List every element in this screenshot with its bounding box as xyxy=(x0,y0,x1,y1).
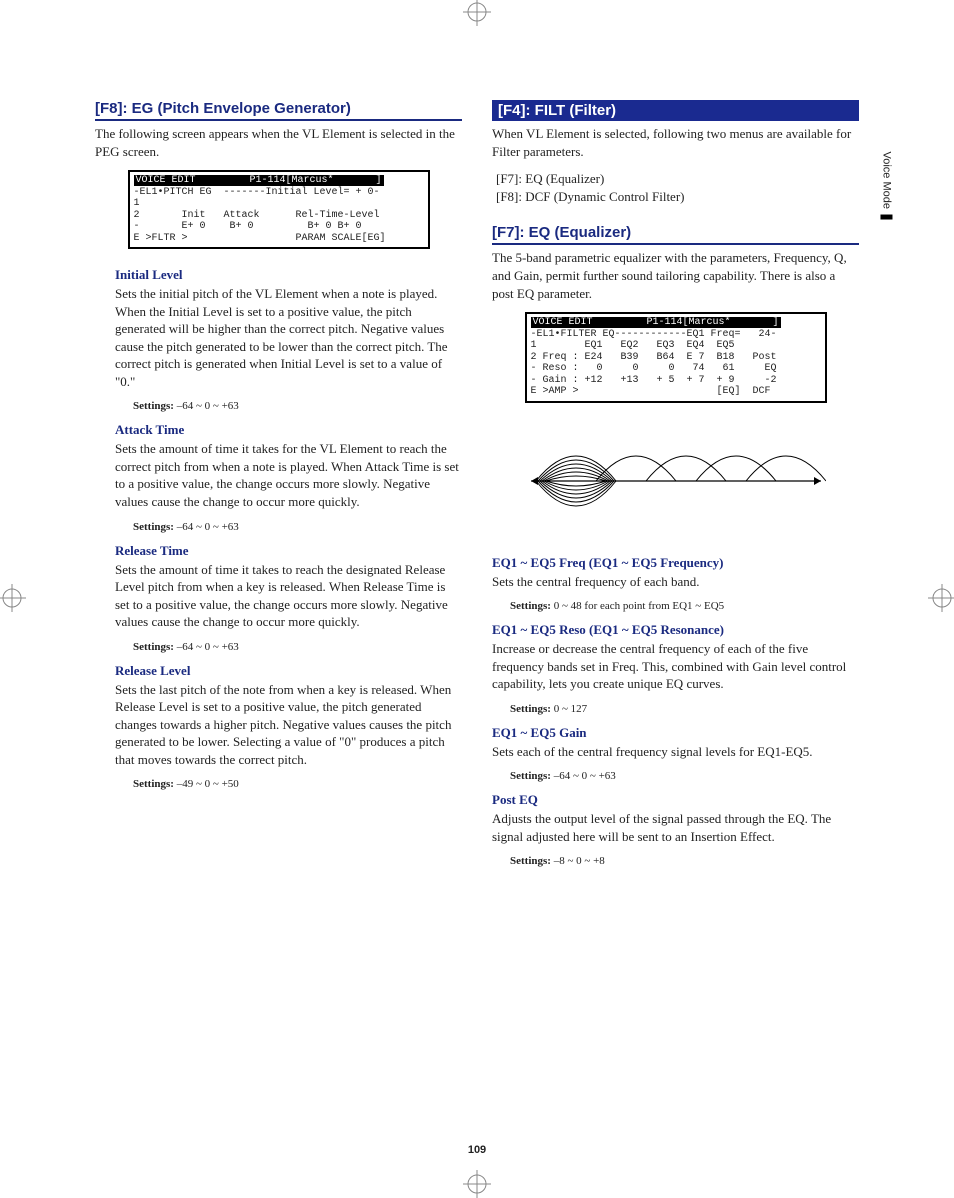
left-column: [F8]: EG (Pitch Envelope Generator) The … xyxy=(95,100,462,875)
param-settings: Settings: –64 ~ 0 ~ +63 xyxy=(133,641,462,653)
param-body: Sets the amount of time it takes for the… xyxy=(115,440,462,510)
lcd-header: VOICE EDIT P1-114[Marcus* ] xyxy=(134,175,384,186)
f7-intro-text: The 5-band parametric equalizer with the… xyxy=(492,249,859,302)
filter-item-eq: [F7]: EQ (Equalizer) xyxy=(496,170,859,188)
f8-intro-text: The following screen appears when the VL… xyxy=(95,125,462,160)
page-number: 109 xyxy=(468,1144,486,1156)
right-column: [F4]: FILT (Filter) When VL Element is s… xyxy=(492,100,859,875)
param-body: Sets the central frequency of each band. xyxy=(492,573,859,591)
param-settings: Settings: 0 ~ 48 for each point from EQ1… xyxy=(510,600,859,612)
param-settings: Settings: 0 ~ 127 xyxy=(510,703,859,715)
param-body: Adjusts the output level of the signal p… xyxy=(492,810,859,845)
side-tab-voice-mode: Voice Mode xyxy=(880,132,892,220)
crop-mark-bottom xyxy=(463,1170,491,1198)
filter-item-dcf: [F8]: DCF (Dynamic Control Filter) xyxy=(496,188,859,206)
eq-curve-diagram xyxy=(526,421,826,541)
param-settings: Settings: –64 ~ 0 ~ +63 xyxy=(133,400,462,412)
lcd-body: -EL1•PITCH EG -------Initial Level= + 0-… xyxy=(134,187,386,244)
param-head-post-eq: Post EQ xyxy=(492,792,859,808)
param-head-release-level: Release Level xyxy=(115,663,462,679)
filter-sublist: [F7]: EQ (Equalizer) [F8]: DCF (Dynamic … xyxy=(496,170,859,206)
heading-f7-eq: [F7]: EQ (Equalizer) xyxy=(492,224,859,245)
param-body: Sets each of the central frequency signa… xyxy=(492,743,859,761)
param-settings: Settings: –8 ~ 0 ~ +8 xyxy=(510,855,859,867)
crop-mark-left xyxy=(0,584,26,612)
lcd-screen-peg: VOICE EDIT P1-114[Marcus* ] -EL1•PITCH E… xyxy=(128,170,430,249)
lcd-screen-filter-eq: VOICE EDIT P1-114[Marcus* ] -EL1•FILTER … xyxy=(525,312,827,403)
param-body: Sets the last pitch of the note from whe… xyxy=(115,681,462,769)
param-body: Sets the amount of time it takes to reac… xyxy=(115,561,462,631)
param-body: Sets the initial pitch of the VL Element… xyxy=(115,285,462,390)
filt-intro-text: When VL Element is selected, following t… xyxy=(492,125,859,160)
lcd-body: -EL1•FILTER EQ------------EQ1 Freq= 24- … xyxy=(531,329,777,398)
crop-mark-right xyxy=(928,584,954,612)
lcd-header: VOICE EDIT P1-114[Marcus* ] xyxy=(531,317,781,328)
param-head-attack-time: Attack Time xyxy=(115,422,462,438)
param-head-release-time: Release Time xyxy=(115,543,462,559)
param-head-eq-freq: EQ1 ~ EQ5 Freq (EQ1 ~ EQ5 Frequency) xyxy=(492,555,859,571)
param-head-eq-gain: EQ1 ~ EQ5 Gain xyxy=(492,725,859,741)
heading-f8-eg: [F8]: EG (Pitch Envelope Generator) xyxy=(95,100,462,121)
param-settings: Settings: –64 ~ 0 ~ +63 xyxy=(133,521,462,533)
crop-mark-top xyxy=(463,0,491,26)
param-settings: Settings: –49 ~ 0 ~ +50 xyxy=(133,778,462,790)
param-body: Increase or decrease the central frequen… xyxy=(492,640,859,693)
param-head-eq-reso: EQ1 ~ EQ5 Reso (EQ1 ~ EQ5 Resonance) xyxy=(492,622,859,638)
param-settings: Settings: –64 ~ 0 ~ +63 xyxy=(510,770,859,782)
heading-f4-filt: [F4]: FILT (Filter) xyxy=(492,100,859,121)
param-head-initial-level: Initial Level xyxy=(115,267,462,283)
